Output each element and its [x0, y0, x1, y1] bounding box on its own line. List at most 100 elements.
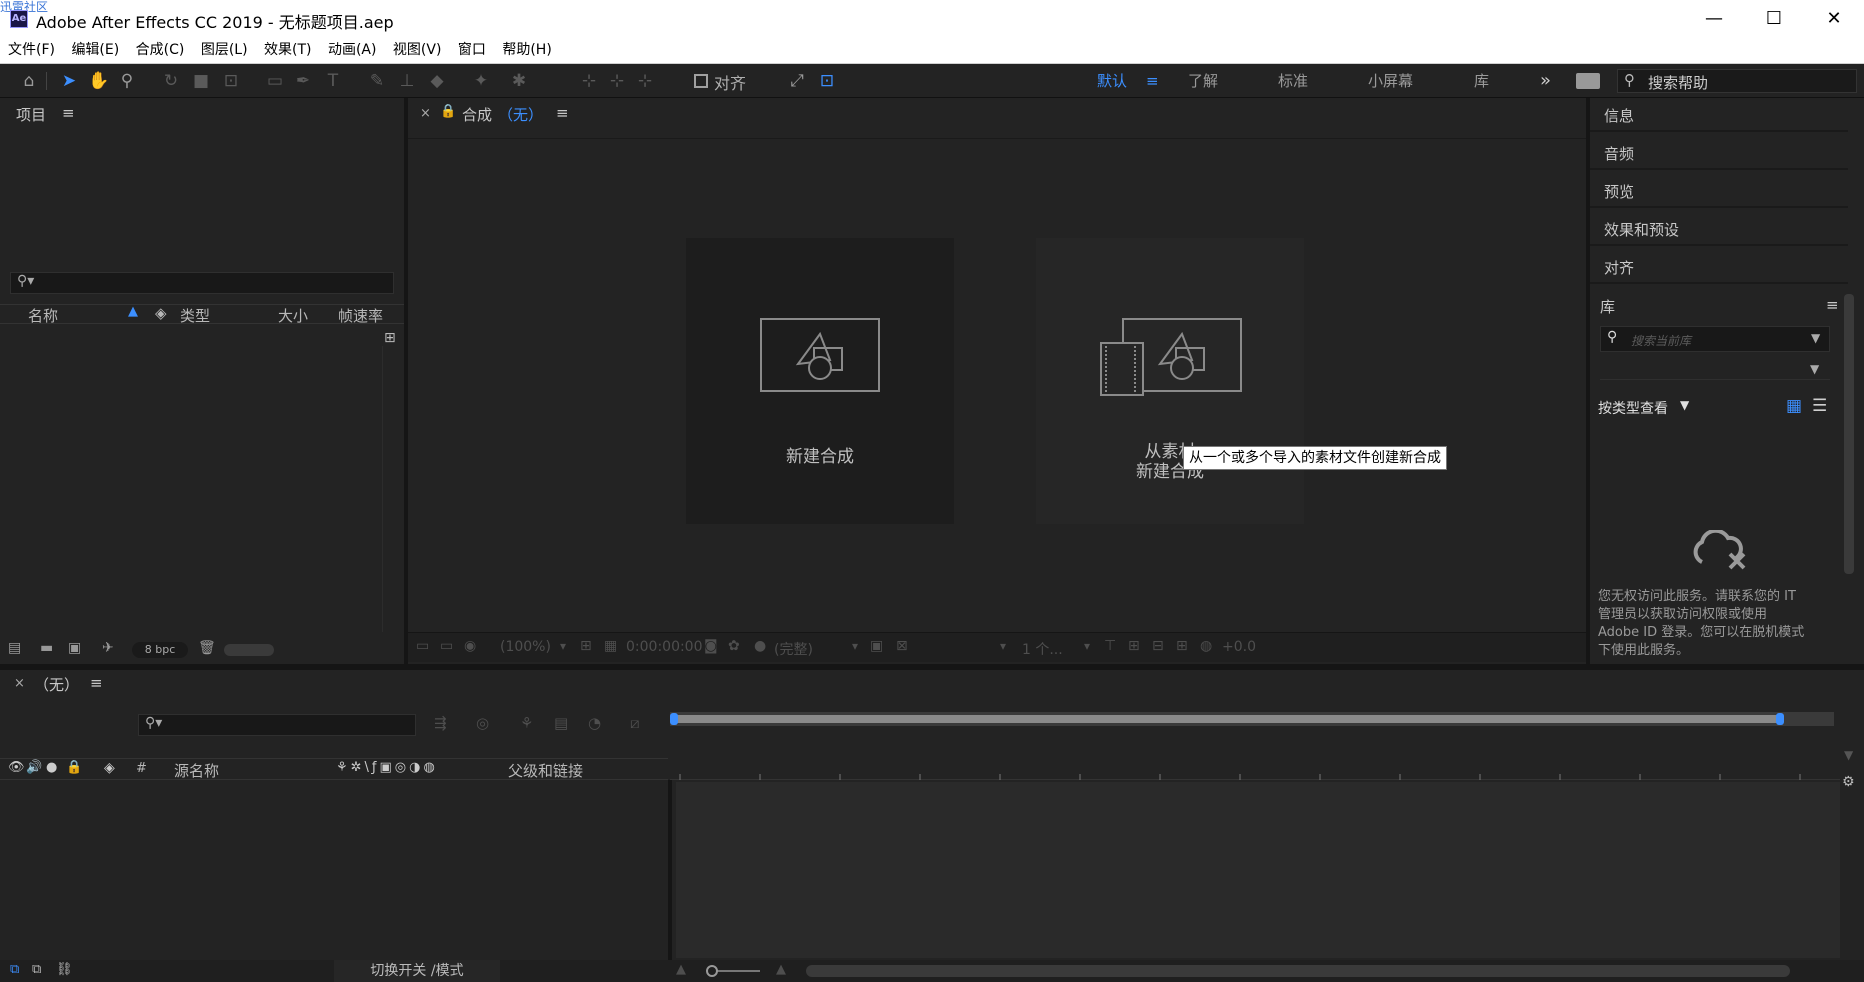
snapshot-camera-icon[interactable]: ◙	[704, 638, 718, 654]
column-size[interactable]: 大小	[278, 305, 308, 326]
axis-local-icon[interactable]: ⊹	[576, 68, 602, 94]
lock-icon[interactable]: 🔒	[440, 104, 456, 119]
exposure-value[interactable]: +0.0	[1222, 639, 1256, 655]
library-search-input[interactable]: ⚲ 搜索当前库 ▼	[1600, 326, 1830, 352]
library-scrollbar[interactable]	[1844, 294, 1854, 574]
transparency-grid-icon[interactable]: ▦	[604, 638, 617, 654]
zoom-out-icon[interactable]: ▲	[676, 962, 686, 977]
menu-edit[interactable]: 编辑(E)	[65, 38, 125, 62]
maximize-button[interactable]: ☐	[1754, 6, 1794, 32]
current-time[interactable]: 0:00:00:00	[626, 639, 703, 655]
shy-layers-icon[interactable]: ⚘	[520, 714, 533, 732]
bit-depth-button[interactable]: 8 bpc	[132, 642, 188, 658]
source-name-column[interactable]: 源名称	[174, 760, 219, 781]
menu-composition[interactable]: 合成(C)	[130, 38, 191, 62]
region-of-interest-icon[interactable]: ▣	[870, 638, 883, 654]
fast-previews-icon[interactable]: ⊤	[1104, 638, 1116, 654]
rotate-tool-icon[interactable]: ↻	[158, 68, 184, 94]
zoom-slider-thumb[interactable]	[706, 965, 718, 977]
in-out-pane-icon[interactable]: ⛓	[56, 962, 73, 977]
layer-switches-pane-icon[interactable]: ⧉	[10, 962, 19, 977]
toggle-switches-modes-button[interactable]: 切换开关 /模式	[334, 960, 500, 982]
home-icon[interactable]: ⌂	[16, 68, 42, 94]
close-tab-icon[interactable]: ×	[420, 106, 431, 121]
views-dropdown[interactable]: 1 个...	[1022, 639, 1063, 659]
timeline-options-icon[interactable]: ⚙	[1842, 774, 1855, 790]
menu-window[interactable]: 窗口	[452, 38, 492, 62]
brush-tool-icon[interactable]: ✎	[364, 68, 390, 94]
comp-marker-bin-icon[interactable]: ▼	[1844, 748, 1853, 762]
puppet-tool-icon[interactable]: ✱	[506, 68, 532, 94]
timeline-tab-title[interactable]: （无）	[34, 674, 79, 695]
label-tag-icon[interactable]: ◈	[155, 304, 167, 322]
lock-icon[interactable]: 🔒	[66, 760, 82, 775]
composition-panel-menu-icon[interactable]: ≡	[556, 104, 569, 122]
audio-icon[interactable]: 🔊	[26, 760, 42, 775]
workspace-default[interactable]: 默认	[1097, 64, 1127, 98]
rectangle-tool-icon[interactable]: ▭	[262, 68, 288, 94]
workspace-menu-icon[interactable]: ≡	[1146, 64, 1159, 98]
navigator-end-handle[interactable]	[1776, 713, 1784, 725]
axis-view-icon[interactable]: ⊹	[632, 68, 658, 94]
parent-link-column[interactable]: 父级和链接	[508, 760, 583, 781]
snapping-icon[interactable]: ⤢	[784, 68, 810, 94]
menu-effect[interactable]: 效果(T)	[258, 38, 317, 62]
chevron-down-icon[interactable]: ▾	[1000, 639, 1006, 653]
view-by-type-dropdown[interactable]: 按类型查看	[1598, 398, 1668, 418]
work-area-bar[interactable]	[674, 715, 1778, 723]
sync-settings-icon[interactable]	[1576, 73, 1600, 89]
timeline-search-input[interactable]: ⚲▾	[138, 714, 416, 736]
align-checkbox[interactable]	[694, 74, 708, 88]
new-comp-from-footage-card[interactable]: 从素材 新建合成	[1036, 238, 1304, 524]
align-panel-header[interactable]: 对齐	[1590, 250, 1848, 284]
resolution-dropdown[interactable]: (完整)	[774, 639, 813, 659]
zoom-dropdown[interactable]: (100%)	[500, 639, 551, 655]
time-ruler[interactable]	[670, 744, 1840, 780]
trash-icon[interactable]: 🗑	[198, 640, 216, 656]
selection-tool-icon[interactable]: ➤	[56, 68, 82, 94]
roto-brush-tool-icon[interactable]: ✦	[468, 68, 494, 94]
workspace-standard[interactable]: 标准	[1278, 64, 1308, 98]
always-preview-icon[interactable]: ▭	[416, 638, 429, 654]
chevron-down-icon[interactable]: ▼	[1811, 331, 1820, 345]
list-view-icon[interactable]: ☰	[1812, 396, 1827, 416]
label-tag-icon[interactable]: ◈	[104, 760, 115, 776]
resolution-grid-icon[interactable]: ⊞	[580, 638, 592, 654]
project-panel-title[interactable]: 项目	[16, 104, 46, 125]
close-tab-icon[interactable]: ×	[14, 676, 25, 691]
library-panel-title[interactable]: 库	[1600, 296, 1615, 317]
help-search-box[interactable]: ⚲ 搜索帮助	[1617, 69, 1857, 93]
pen-tool-icon[interactable]: ✒	[290, 68, 316, 94]
project-panel-menu-icon[interactable]: ≡	[62, 104, 75, 122]
solo-icon[interactable]: ●	[46, 760, 57, 775]
menu-layer[interactable]: 图层(L)	[195, 38, 254, 62]
zoom-in-icon[interactable]: ▲	[776, 962, 786, 977]
new-folder-icon[interactable]: ▬	[40, 640, 53, 656]
flowchart-tree-icon[interactable]: ⊞	[1176, 638, 1188, 654]
adjust-settings-icon[interactable]: ✈	[102, 640, 114, 656]
sort-ascending-icon[interactable]: ▲	[128, 304, 138, 319]
transfer-controls-pane-icon[interactable]: ⧉	[32, 962, 41, 977]
workspace-small-screen[interactable]: 小屏幕	[1368, 64, 1413, 98]
graph-editor-icon[interactable]: ⧄	[630, 714, 640, 732]
new-composition-icon[interactable]: ▣	[68, 640, 81, 656]
color-channel-icon[interactable]: ●	[754, 638, 766, 654]
column-frame-rate[interactable]: 帧速率	[338, 305, 383, 326]
more-workspaces-icon[interactable]: »	[1540, 64, 1551, 98]
time-navigator[interactable]	[670, 712, 1834, 726]
eye-icon[interactable]: 👁	[8, 760, 25, 775]
interpret-footage-icon[interactable]: ▤	[8, 640, 21, 656]
show-snapshot-icon[interactable]: ✿	[728, 638, 740, 654]
timeline-track-area[interactable]	[676, 782, 1840, 958]
toggle-transparency-icon[interactable]: ⊠	[896, 638, 908, 654]
comp-flowchart-icon[interactable]: ⊟	[1152, 638, 1164, 654]
mask-visibility-icon[interactable]: ◉	[464, 638, 476, 654]
thumbnail-slider[interactable]	[224, 644, 274, 656]
menu-animation[interactable]: 动画(A)	[322, 38, 383, 62]
zoom-tool-icon[interactable]: ⚲	[114, 68, 140, 94]
camera-tool-icon[interactable]: ■	[188, 68, 214, 94]
menu-help[interactable]: 帮助(H)	[496, 38, 557, 62]
info-panel-header[interactable]: 信息	[1590, 98, 1848, 132]
minimize-button[interactable]: —	[1694, 6, 1734, 32]
flowchart-icon[interactable]: ⊞	[384, 330, 396, 346]
